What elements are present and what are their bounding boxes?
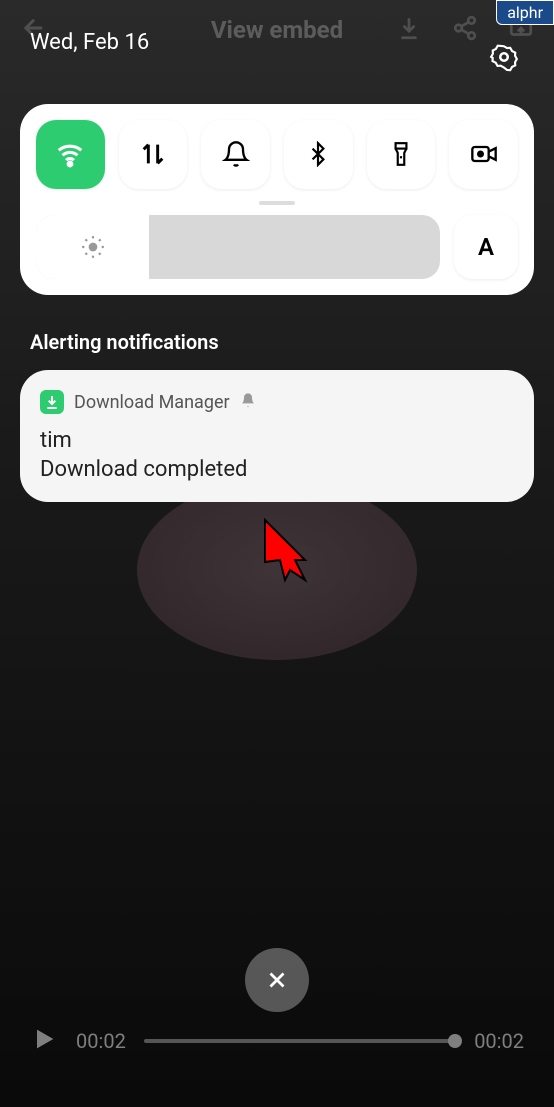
progress-thumb[interactable] [448, 1034, 462, 1048]
auto-brightness-button[interactable]: A [454, 215, 518, 279]
flashlight-toggle[interactable] [367, 120, 436, 189]
watermark-badge: alphr [496, 0, 554, 25]
close-button[interactable] [245, 948, 309, 1012]
notification-body: Download completed [40, 457, 514, 482]
share-icon[interactable] [452, 15, 478, 45]
duration-time: 00:02 [474, 1029, 524, 1053]
quick-settings-toggles [36, 120, 518, 189]
page-title: View embed [211, 16, 343, 44]
download-icon[interactable] [396, 15, 422, 45]
brightness-fill [36, 215, 149, 279]
notification-app-name: Download Manager [74, 392, 230, 413]
mobile-data-toggle[interactable] [119, 120, 188, 189]
panel-drag-handle[interactable] [259, 201, 295, 205]
annotation-arrow [255, 510, 325, 594]
quick-settings-panel: A [20, 104, 534, 295]
video-player-controls: 00:02 00:02 [0, 1025, 554, 1057]
download-app-icon [40, 390, 64, 414]
screen-record-toggle[interactable] [449, 120, 518, 189]
settings-icon[interactable] [489, 42, 519, 76]
progress-bar[interactable] [144, 1039, 456, 1043]
brightness-slider[interactable] [36, 215, 440, 279]
notification-header: Download Manager [40, 390, 514, 414]
bell-icon [240, 392, 256, 412]
dnd-toggle[interactable] [201, 120, 270, 189]
current-time: 00:02 [76, 1029, 126, 1053]
shade-date: Wed, Feb 16 [30, 30, 149, 55]
play-button[interactable] [30, 1025, 58, 1057]
notification-title: tim [40, 428, 514, 453]
notifications-section-header: Alerting notifications [30, 330, 219, 354]
brightness-row: A [36, 215, 518, 279]
bluetooth-toggle[interactable] [284, 120, 353, 189]
notification-card[interactable]: Download Manager tim Download completed [20, 370, 534, 502]
wifi-toggle[interactable] [36, 120, 105, 189]
